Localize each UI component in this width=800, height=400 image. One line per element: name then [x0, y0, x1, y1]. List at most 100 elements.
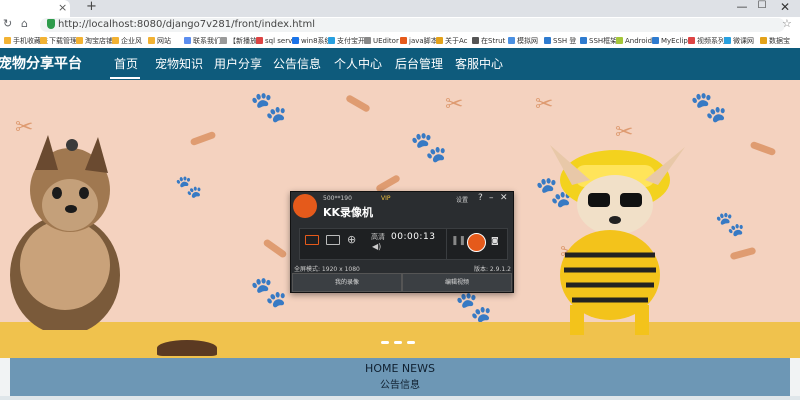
bone-decoration: [749, 140, 777, 157]
bookmark-favicon-icon: [112, 37, 119, 44]
speaker-icon[interactable]: ◀): [372, 242, 381, 251]
kk-recorder-window[interactable]: 500**190 VIP KK录像机 设置 ? – ✕ ⊕ 高清 ◀) 00:0…: [290, 191, 514, 293]
tab-close-icon[interactable]: ×: [58, 1, 67, 14]
nav-item-support[interactable]: 客服中心: [455, 48, 503, 80]
bookmark-favicon-icon: [76, 37, 83, 44]
recorder-version: 版本: 2.9.1.2: [474, 266, 511, 273]
recorder-minimize-button[interactable]: –: [489, 193, 494, 203]
bookmark-label: win8系统: [301, 37, 332, 45]
bookmark-favicon-icon: [436, 37, 443, 44]
paw-print-icon: 🐾: [250, 90, 288, 125]
pause-icon[interactable]: ❚❚: [451, 236, 466, 246]
paw-print-icon: 🐾: [715, 210, 745, 238]
bookmark-item[interactable]: 关于Ac: [436, 34, 468, 48]
bookmark-favicon-icon: [4, 37, 11, 44]
home-icon[interactable]: ⌂: [21, 17, 28, 30]
bookmark-label: 模拟网: [517, 37, 538, 45]
bookmark-label: 在Strut: [481, 37, 506, 45]
bookmark-item[interactable]: Android: [616, 34, 652, 48]
bookmark-favicon-icon: [508, 37, 515, 44]
bookmark-item[interactable]: SSH框架: [580, 34, 617, 48]
bookmark-item[interactable]: 微课网: [724, 34, 754, 48]
bookmark-favicon-icon: [544, 37, 551, 44]
bookmark-item[interactable]: java脚本: [400, 34, 438, 48]
edit-video-button[interactable]: 编辑视频: [402, 273, 512, 292]
address-text[interactable]: http://localhost:8080/django7v281/front/…: [58, 18, 315, 32]
bookmark-item[interactable]: 联系我们: [184, 34, 221, 48]
browser-tab-strip: [0, 0, 800, 17]
bone-decoration: [189, 130, 217, 147]
paw-print-icon: 🐾: [250, 275, 288, 310]
my-recordings-button[interactable]: 我的录像: [292, 273, 402, 292]
bookmark-item[interactable]: 数据宝: [760, 34, 790, 48]
camera-icon[interactable]: ◙: [491, 236, 499, 245]
bone-decoration: [729, 246, 757, 261]
recorder-resolution[interactable]: 500**190: [323, 195, 352, 202]
paw-print-icon: 🐾: [455, 290, 493, 325]
bookmark-item[interactable]: 模拟网: [508, 34, 538, 48]
bookmark-favicon-icon: [220, 37, 227, 44]
recorder-mode-info: 全屏模式: 1920 x 1080: [294, 266, 360, 273]
nav-item-user-share[interactable]: 用户分享: [214, 48, 262, 80]
carousel-dot[interactable]: [381, 341, 389, 344]
bookmark-favicon-icon: [184, 37, 191, 44]
paw-print-icon: 🐾: [175, 175, 203, 200]
recorder-settings-button[interactable]: 设置: [456, 195, 468, 204]
new-tab-button[interactable]: +: [86, 0, 97, 14]
carousel-dot[interactable]: [407, 341, 415, 344]
recorder-close-button[interactable]: ✕: [500, 193, 508, 203]
bookmark-item[interactable]: 淘宝店铺: [76, 34, 113, 48]
bookmark-item[interactable]: win8系统: [292, 34, 332, 48]
game-mode-icon[interactable]: ⊕: [347, 233, 356, 246]
nav-item-announcements[interactable]: 公告信息: [273, 48, 321, 80]
window-mode-icon[interactable]: [326, 235, 340, 245]
bookmark-item[interactable]: 视频系列: [688, 34, 725, 48]
bone-decoration: [344, 93, 372, 114]
bookmark-label: 下载管理: [49, 37, 77, 45]
chihuahua-dog-image: [550, 145, 685, 335]
bookmark-label: 微课网: [733, 37, 754, 45]
content-strip: [0, 396, 800, 400]
bookmark-favicon-icon: [400, 37, 407, 44]
bookmark-label: SSH 登: [553, 37, 577, 45]
window-minimize-icon[interactable]: —: [732, 0, 752, 13]
paw-print-icon: 🐾: [410, 130, 448, 165]
bookmark-item[interactable]: 下载管理: [40, 34, 77, 48]
bookmark-star-icon[interactable]: ☆: [782, 17, 792, 30]
security-shield-icon: [47, 19, 55, 29]
bookmark-item[interactable]: 网站: [148, 34, 171, 48]
window-maximize-icon[interactable]: ☐: [752, 0, 772, 11]
reload-icon[interactable]: ↻: [3, 17, 12, 30]
bookmark-item[interactable]: 支付宝开: [328, 34, 365, 48]
bookmark-favicon-icon: [40, 37, 47, 44]
bookmark-item[interactable]: SSH 登: [544, 34, 576, 48]
window-close-icon[interactable]: ✕: [775, 0, 795, 14]
bookmark-label: 联系我们: [193, 37, 221, 45]
record-button[interactable]: [467, 233, 486, 252]
bookmark-label: 【新播放: [229, 37, 257, 45]
bookmark-favicon-icon: [760, 37, 767, 44]
nav-item-pet-knowledge[interactable]: 宠物知识: [155, 48, 203, 80]
vip-badge[interactable]: VIP: [381, 195, 391, 202]
paw-print-icon: 🐾: [690, 90, 728, 125]
bookmark-label: 数据宝: [769, 37, 790, 45]
bookmark-favicon-icon: [688, 37, 695, 44]
bookmark-label: Android: [625, 37, 653, 45]
bookmark-label: 淘宝店铺: [85, 37, 113, 45]
fullscreen-mode-icon[interactable]: [305, 235, 319, 245]
nav-item-profile[interactable]: 个人中心: [334, 48, 382, 80]
recorder-quality[interactable]: 高清: [371, 232, 385, 242]
nav-item-home[interactable]: 首页: [114, 48, 138, 80]
news-title-zh: 公告信息: [380, 380, 420, 391]
recorder-help-button[interactable]: ?: [478, 193, 483, 203]
nav-item-admin[interactable]: 后台管理: [395, 48, 443, 80]
bookmark-favicon-icon: [652, 37, 659, 44]
carousel-dot-active[interactable]: [394, 341, 402, 344]
bookmark-item[interactable]: MyEclip: [652, 34, 688, 48]
bookmark-item[interactable]: 企业风: [112, 34, 142, 48]
bookmark-item[interactable]: 【新播放: [220, 34, 257, 48]
site-title[interactable]: 宠物分享平台: [0, 48, 82, 80]
bookmark-item[interactable]: 在Strut: [472, 34, 505, 48]
bookmark-favicon-icon: [364, 37, 371, 44]
bookmark-item[interactable]: UEditor: [364, 34, 399, 48]
